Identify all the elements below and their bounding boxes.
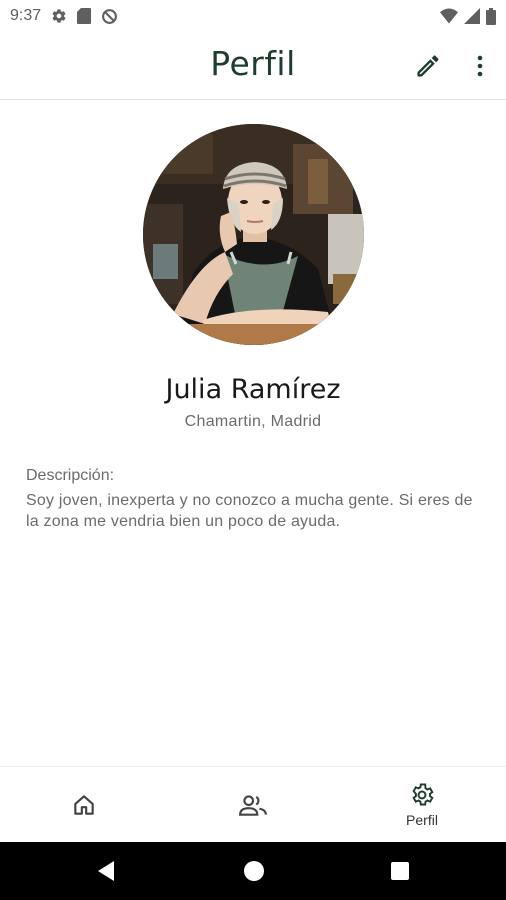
home-icon: [74, 795, 94, 815]
back-icon: [98, 861, 114, 881]
status-left: 9:37: [10, 7, 118, 25]
system-home-button[interactable]: [242, 859, 266, 883]
do-not-disturb-icon: [101, 8, 118, 25]
system-recents-button[interactable]: [388, 859, 412, 883]
profile-avatar: [143, 124, 364, 345]
edit-profile-button[interactable]: [414, 52, 442, 80]
system-back-button[interactable]: [94, 859, 118, 883]
status-right: [440, 7, 496, 25]
more-options-button[interactable]: [468, 52, 492, 80]
more-vert-icon: [477, 55, 483, 77]
sd-card-icon: [77, 8, 92, 24]
recents-icon: [391, 862, 409, 880]
description-label: Descripción:: [26, 467, 115, 484]
wifi-icon: [440, 8, 458, 24]
system-navigation-bar: [0, 842, 506, 900]
people-icon: [239, 795, 267, 816]
status-time: 9:37: [10, 7, 42, 24]
user-location: Chamartin, Madrid: [184, 413, 322, 430]
status-bar: 9:37: [0, 0, 506, 32]
home-circle-icon: [244, 861, 264, 881]
nav-item-profile[interactable]: Perfil: [338, 767, 506, 843]
nav-item-home[interactable]: [0, 767, 168, 843]
description-text: Soy joven, inexperta y no conozco a much…: [26, 492, 473, 530]
nav-item-people[interactable]: [169, 767, 337, 843]
settings-icon: [412, 783, 434, 806]
signal-icon: [464, 8, 480, 24]
nav-label-profile: Perfil: [406, 812, 438, 828]
battery-icon: [486, 7, 496, 25]
gear-icon: [51, 8, 67, 24]
bottom-navigation: Perfil: [0, 766, 506, 842]
user-name: Julia Ramírez: [165, 374, 341, 405]
edit-icon: [417, 55, 439, 77]
app-bar: Perfil: [0, 32, 506, 100]
